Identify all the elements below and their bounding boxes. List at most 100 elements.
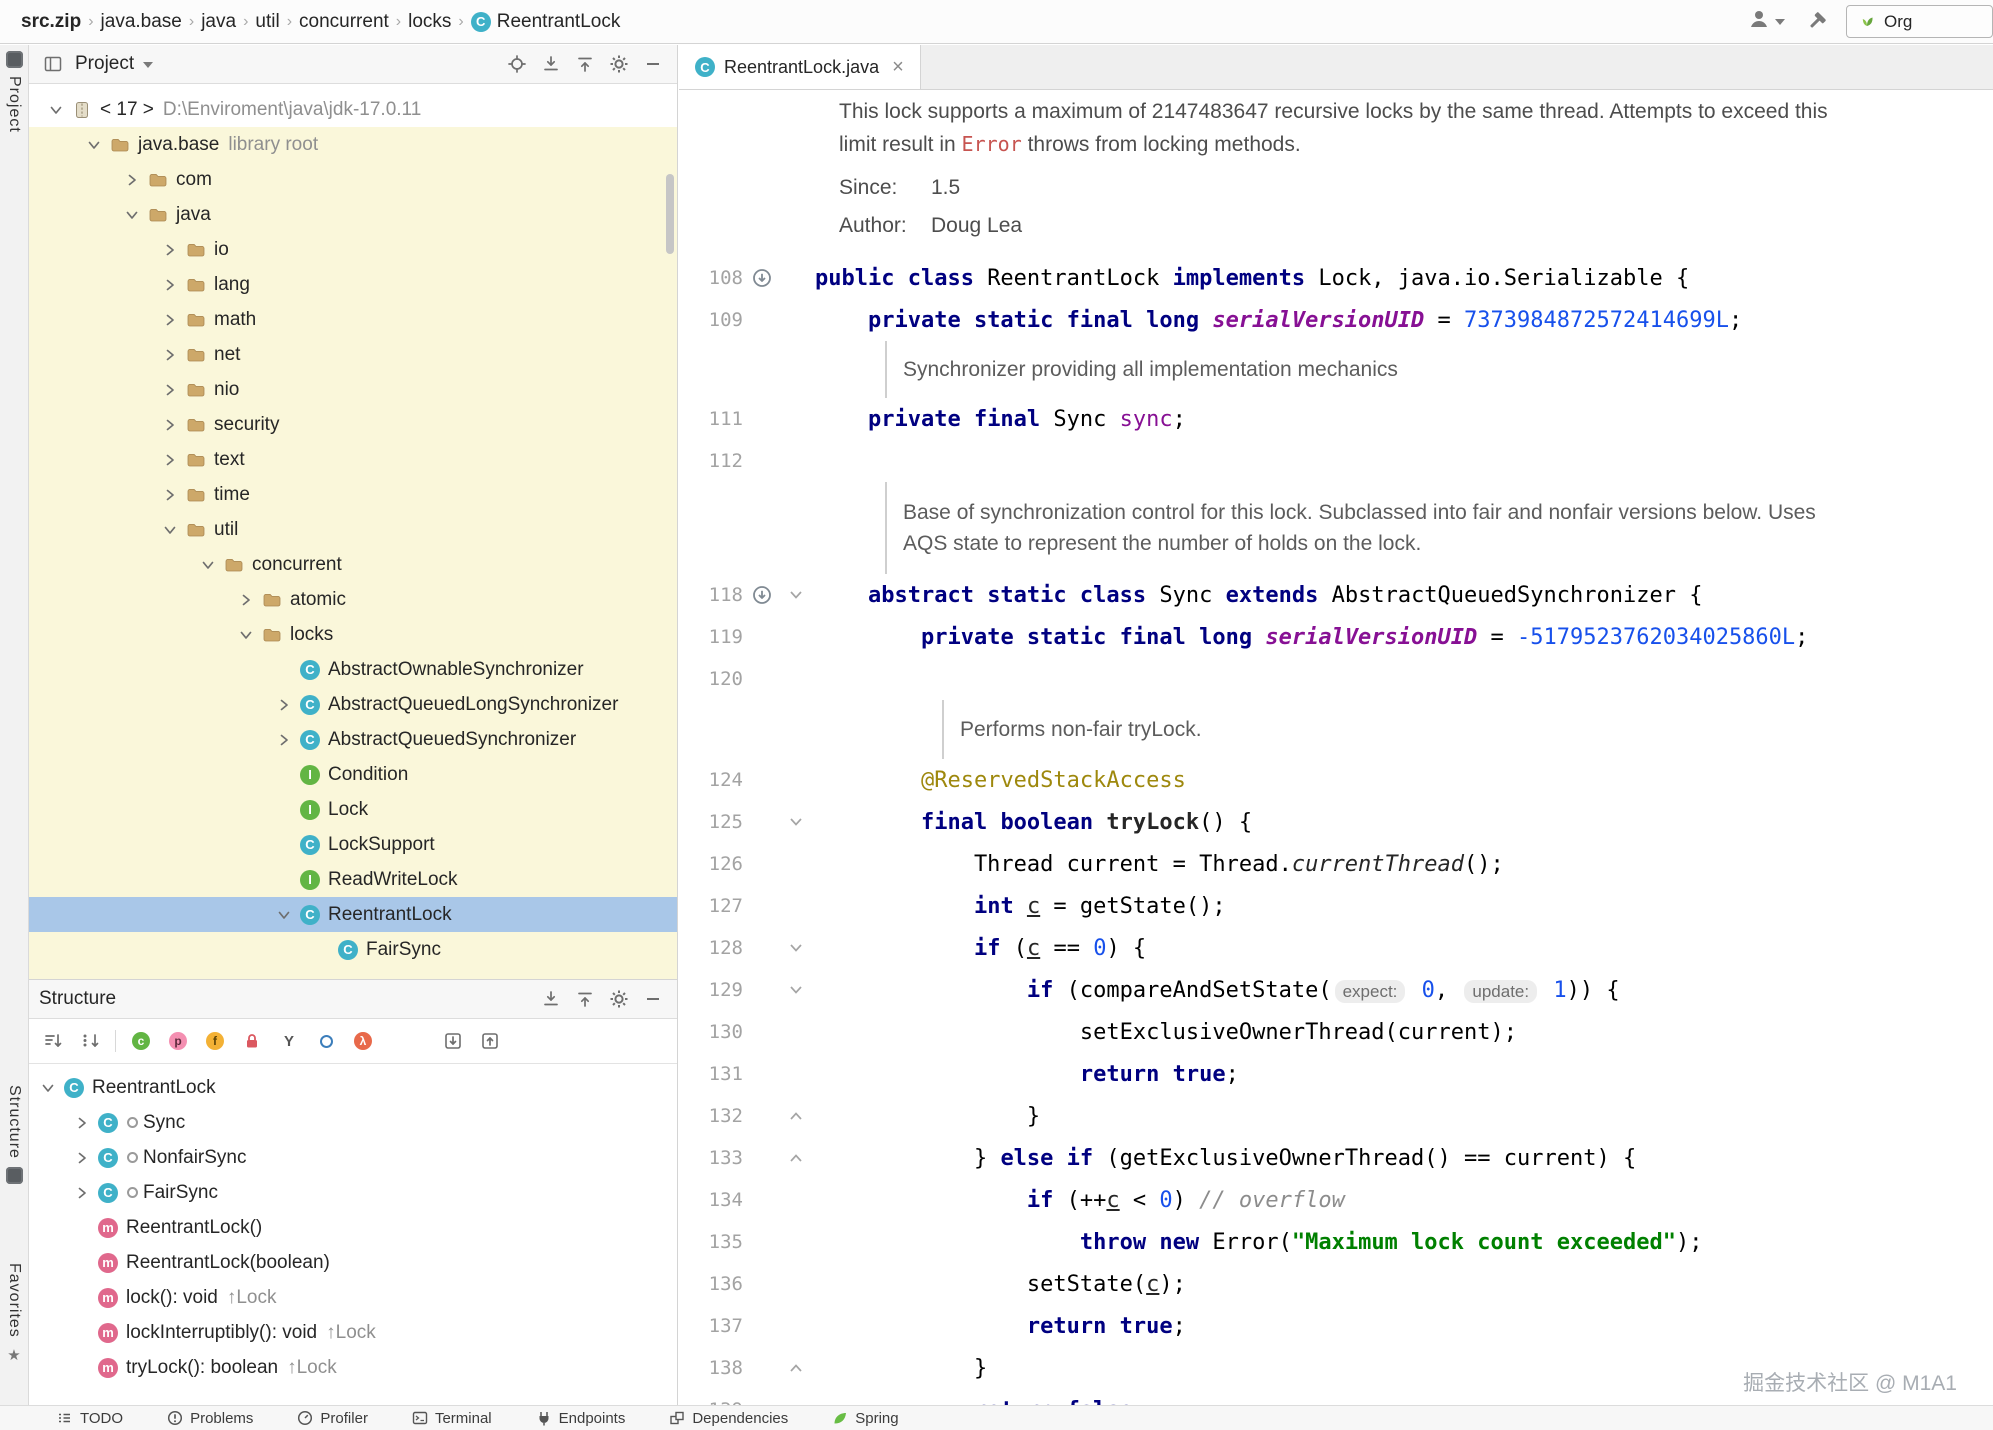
project-tree-item-util[interactable]: util	[29, 512, 677, 547]
chevron-down-icon[interactable]	[271, 906, 297, 924]
show-non-public-icon[interactable]	[240, 1029, 264, 1053]
fold-up-icon[interactable]	[781, 1151, 811, 1165]
show-properties-icon[interactable]: p	[166, 1029, 190, 1053]
structure-tree-item-trylock-boolean[interactable]: mtryLock(): boolean↑Lock	[29, 1350, 677, 1385]
settings-icon[interactable]	[605, 50, 633, 78]
project-tree-item-security[interactable]: security	[29, 407, 677, 442]
project-tree-item-atomic[interactable]: atomic	[29, 582, 677, 617]
fold-down-icon[interactable]	[781, 815, 811, 829]
code-line-128[interactable]: 128 if (c == 0) {	[679, 927, 1993, 969]
project-tree-item-concurrent[interactable]: concurrent	[29, 547, 677, 582]
code-line-119[interactable]: 119 private static final long serialVers…	[679, 616, 1993, 658]
chevron-right-icon[interactable]	[157, 311, 183, 329]
chevron-down-icon[interactable]	[195, 556, 221, 574]
project-tree-item-locksupport[interactable]: CLockSupport	[29, 827, 677, 862]
sort-alphabetically-icon[interactable]	[41, 1029, 65, 1053]
tool-strip-project-button[interactable]: Project	[0, 51, 28, 133]
chevron-right-icon[interactable]	[157, 416, 183, 434]
chevron-right-icon[interactable]	[271, 731, 297, 749]
project-tree-item-net[interactable]: net	[29, 337, 677, 372]
code-line-124[interactable]: 124 @ReservedStackAccess	[679, 759, 1993, 801]
chevron-right-icon[interactable]	[69, 1149, 95, 1167]
show-lambdas-icon[interactable]: λ	[351, 1029, 375, 1053]
override-gutter-icon[interactable]	[743, 267, 781, 289]
sort-by-visibility-icon[interactable]	[78, 1029, 102, 1053]
code-line-118[interactable]: 118 abstract static class Sync extends A…	[679, 574, 1993, 616]
structure-tree-item-lock-void[interactable]: mlock(): void↑Lock	[29, 1280, 677, 1315]
tool-window-button-endpoints[interactable]: Endpoints	[514, 1406, 648, 1430]
project-tree-item-condition[interactable]: ICondition	[29, 757, 677, 792]
project-tree-item-lock[interactable]: ILock	[29, 792, 677, 827]
project-tree-item-reentrantlock[interactable]: CReentrantLock	[29, 897, 677, 932]
chevron-down-icon[interactable]	[35, 1079, 61, 1097]
project-tree-item-readwritelock[interactable]: IReadWriteLock	[29, 862, 677, 897]
project-tree-item-text[interactable]: text	[29, 442, 677, 477]
tool-window-button-todo[interactable]: TODO	[34, 1406, 145, 1430]
tool-window-button-dependencies[interactable]: Dependencies	[647, 1406, 810, 1430]
show-inheritance-icon[interactable]: Y	[277, 1029, 301, 1053]
close-tab-icon[interactable]: ×	[892, 56, 904, 79]
structure-tree-item-reentrantlock[interactable]: CReentrantLock	[29, 1070, 677, 1105]
locate-icon[interactable]	[503, 50, 531, 78]
show-fields-icon[interactable]: f	[203, 1029, 227, 1053]
code-line-111[interactable]: 111 private final Sync sync;	[679, 398, 1993, 440]
structure-panel-title[interactable]: Structure	[39, 988, 116, 1010]
expand-all-icon[interactable]	[537, 50, 565, 78]
code-line-135[interactable]: 135 throw new Error("Maximum lock count …	[679, 1221, 1993, 1263]
chevron-down-icon[interactable]	[142, 53, 154, 75]
project-tree-item-lang[interactable]: lang	[29, 267, 677, 302]
project-tree-item-abstractqueuedlongsynchronizer[interactable]: CAbstractQueuedLongSynchronizer	[29, 687, 677, 722]
fold-down-icon[interactable]	[781, 588, 811, 602]
code-line-131[interactable]: 131 return true;	[679, 1053, 1993, 1095]
collapse-all-icon[interactable]	[571, 985, 599, 1013]
code-line-134[interactable]: 134 if (++c < 0) // overflow	[679, 1179, 1993, 1221]
fold-down-icon[interactable]	[781, 941, 811, 955]
chevron-right-icon[interactable]	[233, 591, 259, 609]
project-tree-item-io[interactable]: io	[29, 232, 677, 267]
project-tree-item-locks[interactable]: locks	[29, 617, 677, 652]
code-line-120[interactable]: 120	[679, 658, 1993, 700]
breadcrumb-item-concurrent[interactable]: concurrent	[294, 11, 394, 33]
chevron-down-icon[interactable]	[233, 626, 259, 644]
fold-down-icon[interactable]	[781, 983, 811, 997]
code-line-136[interactable]: 136 setState(c);	[679, 1263, 1993, 1305]
hide-icon[interactable]	[639, 50, 667, 78]
project-tree-item-fairsync[interactable]: CFairSync	[29, 932, 677, 967]
chevron-right-icon[interactable]	[119, 171, 145, 189]
code-line-129[interactable]: 129 if (compareAndSetState(expect: 0, up…	[679, 969, 1993, 1011]
tool-window-button-profiler[interactable]: Profiler	[275, 1406, 390, 1430]
structure-tree-item-nonfairsync[interactable]: CNonfairSync	[29, 1140, 677, 1175]
tool-strip-structure-button[interactable]: Structure	[0, 1085, 28, 1184]
tab-reentrantlock-java[interactable]: C ReentrantLock.java ×	[679, 45, 921, 89]
run-configuration-button[interactable]: Org	[1846, 5, 1993, 38]
breadcrumb-item-util[interactable]: util	[250, 11, 284, 33]
chevron-right-icon[interactable]	[157, 486, 183, 504]
autoscroll-from-source-icon[interactable]	[478, 1029, 502, 1053]
code-line-132[interactable]: 132 }	[679, 1095, 1993, 1137]
chevron-down-icon[interactable]	[119, 206, 145, 224]
chevron-right-icon[interactable]	[157, 241, 183, 259]
breadcrumb-item-java[interactable]: java	[196, 11, 241, 33]
code-line-125[interactable]: 125 final boolean tryLock() {	[679, 801, 1993, 843]
chevron-down-icon[interactable]	[157, 521, 183, 539]
user-menu-button[interactable]	[1747, 7, 1786, 36]
tool-strip-favorites-button[interactable]: Favorites ★	[0, 1263, 28, 1364]
project-tree-item-time[interactable]: time	[29, 477, 677, 512]
chevron-right-icon[interactable]	[157, 451, 183, 469]
tool-window-button-terminal[interactable]: Terminal	[390, 1406, 514, 1430]
code-line-133[interactable]: 133 } else if (getExclusiveOwnerThread()…	[679, 1137, 1993, 1179]
breadcrumb-item-src-zip[interactable]: src.zip	[16, 11, 86, 33]
chevron-down-icon[interactable]	[43, 101, 69, 119]
expand-all-icon[interactable]	[537, 985, 565, 1013]
show-classes-icon[interactable]: c	[129, 1029, 153, 1053]
show-anonymous-icon[interactable]	[314, 1029, 338, 1053]
chevron-right-icon[interactable]	[69, 1114, 95, 1132]
chevron-right-icon[interactable]	[271, 696, 297, 714]
chevron-down-icon[interactable]	[81, 136, 107, 154]
structure-tree-item-reentrantlock[interactable]: mReentrantLock()	[29, 1210, 677, 1245]
hide-icon[interactable]	[639, 985, 667, 1013]
breadcrumb-item-reentrantlock[interactable]: CReentrantLock	[466, 11, 626, 33]
chevron-right-icon[interactable]	[157, 346, 183, 364]
breadcrumb-item-locks[interactable]: locks	[403, 11, 456, 33]
project-tree-item-17[interactable]: < 17 >D:\Enviroment\java\jdk-17.0.11	[29, 92, 677, 127]
